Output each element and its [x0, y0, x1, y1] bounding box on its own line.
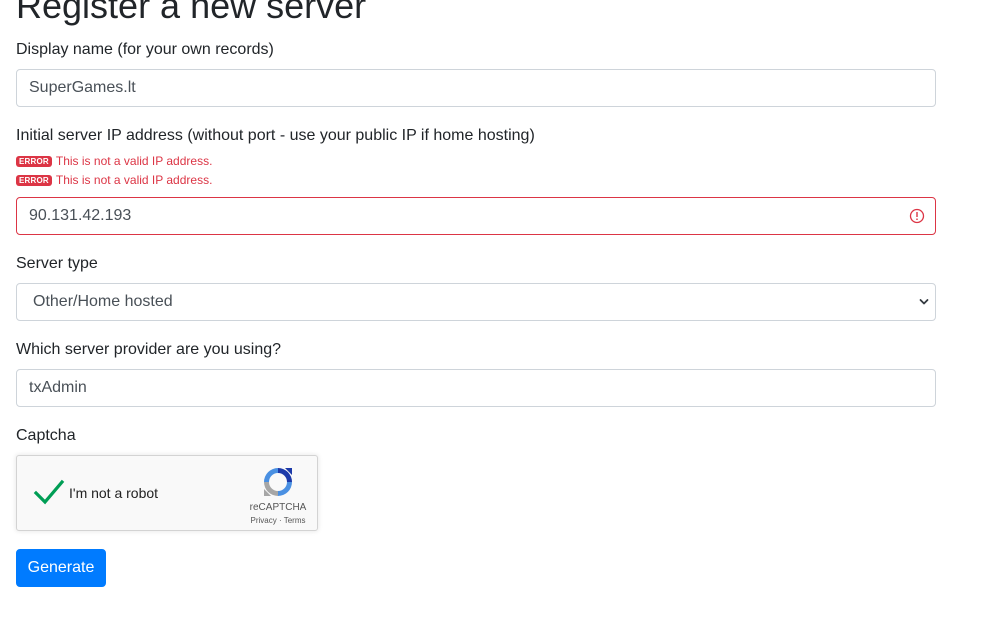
provider-label: Which server provider are you using?: [16, 341, 282, 358]
register-server-page: Register a new server Display name (for …: [0, 0, 982, 630]
server-type-value: Other/Home hosted: [33, 293, 173, 310]
ip-error-message: ERROR This is not a valid IP address.: [16, 154, 212, 168]
chevron-down-icon: [919, 299, 929, 305]
not-a-robot-label: I'm not a robot: [69, 485, 159, 501]
ip-error-message: ERROR This is not a valid IP address.: [16, 173, 212, 187]
generate-button[interactable]: Generate: [16, 549, 106, 587]
provider-value: txAdmin: [29, 379, 87, 396]
captcha-label: Captcha: [16, 427, 76, 444]
display-name-label: Display name (for your own records): [16, 41, 274, 58]
server-type-select[interactable]: Other/Home hosted: [16, 283, 936, 321]
display-name-value: SuperGames.lt: [29, 79, 136, 96]
warning-circle-icon: [909, 208, 925, 224]
error-badge: ERROR: [16, 174, 52, 186]
recaptcha-brand: reCAPTCHA: [249, 502, 307, 513]
server-type-label: Server type: [16, 255, 98, 272]
checkmark-icon[interactable]: [33, 478, 65, 506]
ip-address-label: Initial server IP address (without port …: [16, 127, 535, 144]
error-text: This is not a valid IP address.: [55, 154, 213, 168]
recaptcha-logo-icon: [264, 468, 292, 496]
error-text: This is not a valid IP address.: [55, 173, 213, 187]
ip-address-input[interactable]: 90.131.42.193: [16, 197, 936, 235]
page-title: Register a new server: [16, 0, 367, 26]
recaptcha-widget: I'm not a robot reCAPTCHA Privacy · Term…: [16, 455, 318, 531]
ip-address-value: 90.131.42.193: [29, 207, 132, 224]
recaptcha-privacy-terms-links[interactable]: Privacy · Terms: [239, 516, 317, 525]
error-badge: ERROR: [16, 155, 52, 167]
provider-input[interactable]: txAdmin: [16, 369, 936, 407]
display-name-input[interactable]: SuperGames.lt: [16, 69, 936, 107]
